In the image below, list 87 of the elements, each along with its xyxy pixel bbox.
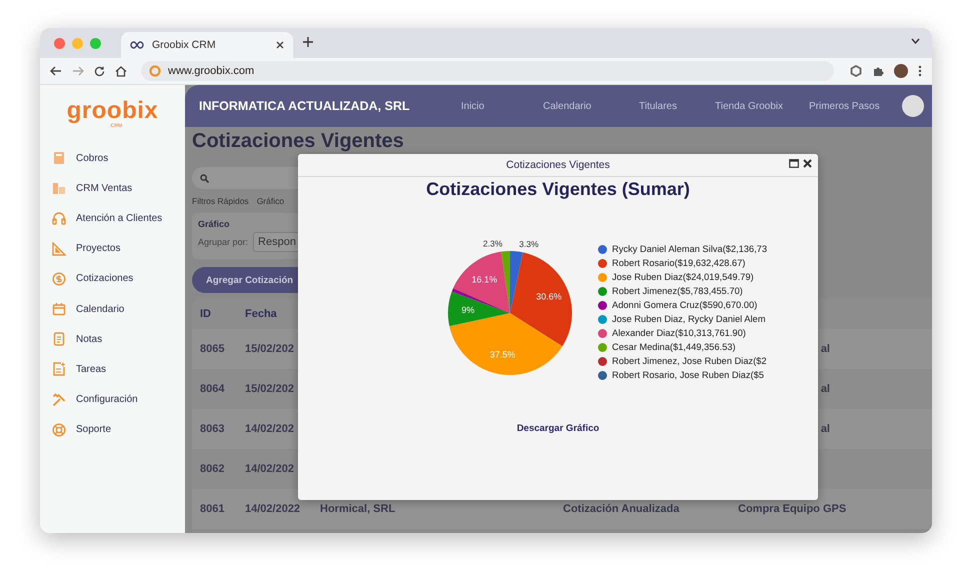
table-cell-text: 15/02/202	[245, 343, 295, 355]
table-cell-text: 14/02/202	[245, 423, 295, 435]
legend-label: Adonni Gomera Cruz($590,670.00)	[612, 300, 758, 310]
kebab-menu-icon[interactable]	[918, 65, 922, 77]
chart-title: Cotizaciones Vigentes (Sumar)	[425, 178, 691, 201]
coins-icon	[52, 181, 66, 196]
hexagon-icon[interactable]	[850, 65, 862, 77]
note-icon	[52, 332, 66, 346]
table-cell-text: 14/02/202	[245, 463, 295, 475]
table-cell-text: 15/02/202	[245, 383, 295, 395]
maximize-icon[interactable]	[789, 159, 799, 168]
sidebar-item[interactable]: Notas	[40, 324, 185, 354]
task-icon	[52, 362, 66, 376]
slice-label: 30.6%	[536, 292, 562, 302]
column-header: Fecha	[245, 308, 278, 320]
reload-icon[interactable]	[94, 66, 105, 76]
sidebar-item[interactable]: Proyectos	[40, 234, 185, 264]
nav-link[interactable]: Calendario	[543, 100, 639, 112]
filter-tab[interactable]: Gráfico	[256, 196, 284, 206]
close-icon[interactable]	[276, 41, 284, 49]
sidebar-item[interactable]: Calendario	[40, 294, 185, 324]
sidebar-item[interactable]: Soporte	[40, 414, 185, 445]
table-cell-text: 8062	[200, 463, 226, 475]
legend-label: Robert Rosario($19,632,428.67)	[612, 258, 746, 268]
logo-text: groobix	[66, 99, 158, 123]
slice-label: 3.3%	[519, 238, 539, 249]
nav-link[interactable]: Inicio	[461, 100, 543, 112]
nav-link[interactable]: Primeros Pasos	[809, 100, 899, 112]
browser-tab[interactable]: Groobix CRM	[121, 32, 293, 58]
slice-label: 16.1%	[472, 274, 498, 284]
dollar-icon	[52, 272, 66, 286]
calculator-icon	[52, 151, 66, 166]
legend-label: Jose Ruben Diaz, Rycky Daniel Alem	[612, 314, 766, 324]
home-icon[interactable]	[115, 66, 127, 76]
search-icon	[200, 174, 209, 182]
legend-label: Jose Ruben Diaz($24,019,549.79)	[612, 272, 754, 282]
slice-label: 2.3%	[483, 238, 502, 249]
ruler-icon	[52, 242, 66, 256]
sidebar-item[interactable]: CRM Ventas	[40, 173, 185, 204]
table-cell-text: 8061	[200, 503, 226, 515]
close-icon[interactable]	[803, 159, 812, 168]
table-cell-text: al	[820, 423, 830, 435]
plus-icon[interactable]	[303, 37, 313, 47]
company-name: INFORMATICA ACTUALIZADA, SRL	[199, 99, 411, 113]
table-cell-text: 14/02/2022	[245, 503, 302, 515]
legend-label: Alexander Diaz($10,313,761.90)	[612, 328, 746, 338]
filter-tab[interactable]: Filtros Rápidos	[192, 196, 249, 206]
profile-avatar[interactable]	[894, 64, 908, 78]
tools-icon	[52, 392, 66, 407]
legend-label: Robert Rosario, Jose Ruben Diaz($5	[612, 370, 764, 380]
table-cell-text: al	[820, 343, 830, 355]
page-title: Cotizaciones Vigentes	[192, 130, 405, 152]
lifebuoy-icon	[52, 422, 66, 437]
sidebar-item[interactable]: Cotizaciones	[40, 264, 185, 294]
table-cell-text: Cotización Anualizada	[563, 503, 680, 515]
sidebar-item[interactable]: Tareas	[40, 354, 185, 384]
user-avatar[interactable]	[902, 95, 924, 117]
nav-link[interactable]: Titulares	[639, 100, 715, 112]
table-cell-text: 8065	[200, 343, 226, 355]
panel-title: Gráfico	[198, 219, 231, 229]
table-cell-text: Compra Equipo GPS	[738, 503, 848, 515]
address-bar[interactable]: www.groobix.com	[141, 61, 834, 81]
sidebar-item[interactable]: Configuración	[40, 384, 185, 415]
legend-label: Rycky Daniel Aleman Silva($2,136,73	[612, 244, 768, 254]
legend-label: Cesar Medina($1,449,356.53)	[612, 342, 736, 352]
infinity-icon	[130, 41, 144, 49]
sidebar-item[interactable]: Cobros	[40, 143, 185, 174]
ring-icon	[149, 65, 161, 77]
calendar-icon	[52, 302, 66, 316]
legend-label: Robert Jimenez, Jose Ruben Diaz($2	[612, 356, 767, 366]
legend-label: Robert Jimenez($5,783,455.70)	[612, 286, 743, 296]
back-arrow-icon[interactable]	[50, 66, 62, 76]
group-by-label: Agrupar por:	[198, 237, 248, 247]
headset-icon	[52, 211, 66, 226]
slice-label: 37.5%	[490, 350, 516, 360]
chevron-down-icon[interactable]	[911, 38, 920, 44]
slice-label: 9%	[461, 305, 474, 316]
column-header: ID	[200, 308, 212, 320]
table-cell-text: 8063	[200, 423, 226, 435]
sidebar-item[interactable]: Atención a Clientes	[40, 203, 185, 234]
table-cell-text: 8064	[200, 383, 226, 395]
nav-link[interactable]: Tienda Groobix	[715, 100, 809, 112]
table-cell-text: al	[820, 383, 830, 395]
table-cell-text: Hormical, SRL	[320, 503, 396, 515]
dialog-title: Cotizaciones Vigentes	[506, 159, 610, 171]
puzzle-icon[interactable]	[872, 65, 884, 77]
download-chart-link[interactable]: Descargar Gráfico	[516, 423, 600, 434]
